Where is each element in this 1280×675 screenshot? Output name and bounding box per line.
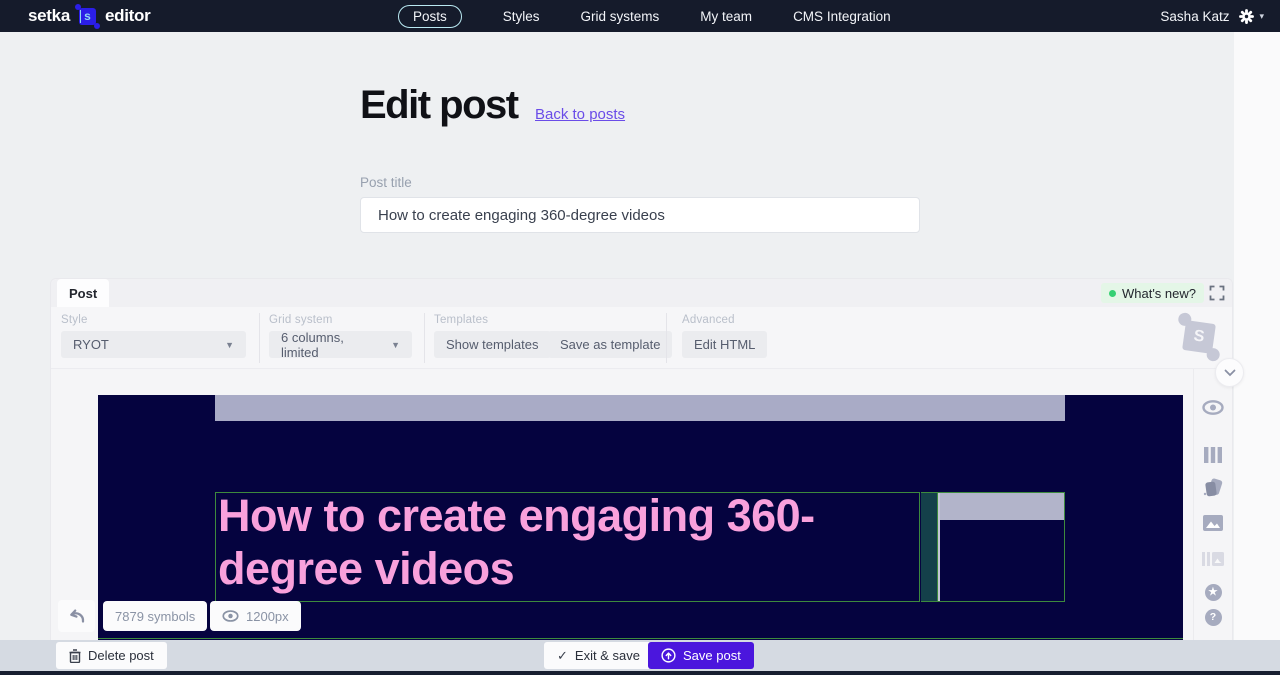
settings-menu-button[interactable]: ▾ xyxy=(1238,8,1264,25)
favorites-button[interactable]: ★ xyxy=(1202,581,1224,603)
whats-new-label: What's new? xyxy=(1122,286,1196,301)
preview-width: 1200px xyxy=(246,609,289,624)
nav-item-posts[interactable]: Posts xyxy=(398,5,462,28)
caret-down-icon: ▾ xyxy=(1259,11,1264,22)
grid-system-label: Grid system xyxy=(269,314,333,326)
section-bottom-guide xyxy=(98,638,1183,639)
selected-headline-block[interactable]: How to create engaging 360-degree videos xyxy=(215,492,920,602)
styles-swatches-button[interactable] xyxy=(1202,477,1224,499)
gear-icon xyxy=(1238,8,1255,25)
nav-item-grid-systems[interactable]: Grid systems xyxy=(581,9,660,24)
nav-item-styles[interactable]: Styles xyxy=(503,9,540,24)
columns-icon xyxy=(1204,447,1222,463)
save-post-button[interactable]: Save post xyxy=(648,642,754,669)
media-placeholder-block[interactable] xyxy=(937,492,1065,602)
symbols-count: 7879 symbols xyxy=(115,609,195,624)
style-value: RYOT xyxy=(73,337,109,352)
chevron-down-icon: ▼ xyxy=(391,340,400,350)
undo-button[interactable] xyxy=(58,600,95,632)
layout-icon xyxy=(1202,552,1224,566)
delete-post-label: Delete post xyxy=(88,648,154,663)
help-icon: ? xyxy=(1205,609,1222,626)
templates-label: Templates xyxy=(434,314,488,326)
preview-width-badge: 1200px xyxy=(210,601,301,631)
tab-post[interactable]: Post xyxy=(57,279,109,307)
symbols-count-badge: 7879 symbols xyxy=(103,601,207,631)
star-icon: ★ xyxy=(1205,584,1222,601)
save-as-template-button[interactable]: Save as template xyxy=(548,331,672,358)
edit-html-button[interactable]: Edit HTML xyxy=(682,331,767,358)
logo-text-editor: editor xyxy=(105,6,150,26)
check-icon: ✓ xyxy=(557,648,568,664)
setka-editor-logo[interactable]: setka s editor xyxy=(28,6,150,26)
exit-save-label: Exit & save xyxy=(575,648,640,663)
logo-text-setka: setka xyxy=(28,6,70,26)
toolbar-divider xyxy=(259,313,260,363)
whats-new-button[interactable]: What's new? xyxy=(1101,283,1204,303)
advanced-label: Advanced xyxy=(682,314,735,326)
grid-system-dropdown[interactable]: 6 columns, limited ▼ xyxy=(269,331,412,358)
layout-icon-disabled xyxy=(1202,548,1224,570)
toolbar-divider xyxy=(666,313,667,363)
images-button[interactable] xyxy=(1202,512,1224,534)
footer-bar: Delete post ✓ Exit & save Save post xyxy=(0,640,1280,671)
bottom-edge-strip xyxy=(0,671,1280,675)
nav-item-cms-integration[interactable]: CMS Integration xyxy=(793,9,891,24)
chevron-down-icon: ▼ xyxy=(225,340,234,350)
help-button[interactable]: ? xyxy=(1202,606,1224,628)
upload-icon xyxy=(661,648,676,663)
setka-watermark-logo: S xyxy=(1182,320,1216,354)
editor-toolbar: Style RYOT ▼ Grid system 6 columns, limi… xyxy=(51,307,1232,369)
undo-icon xyxy=(67,608,87,624)
image-icon xyxy=(1203,515,1223,531)
post-title-input[interactable] xyxy=(360,197,920,233)
nav-right-group: Sasha Katz ▾ xyxy=(1160,0,1264,32)
green-dot-icon xyxy=(1109,290,1116,297)
fullscreen-icon xyxy=(1209,285,1225,301)
show-templates-button[interactable]: Show templates xyxy=(434,331,551,358)
preview-button[interactable] xyxy=(1202,396,1224,418)
exit-and-save-button[interactable]: ✓ Exit & save xyxy=(544,642,653,669)
canvas-headline-text[interactable]: How to create engaging 360-degree videos xyxy=(218,489,878,595)
fullscreen-button[interactable] xyxy=(1209,285,1225,301)
back-to-posts-link[interactable]: Back to posts xyxy=(535,106,625,123)
media-placeholder-bar xyxy=(940,493,1064,520)
nav-item-my-team[interactable]: My team xyxy=(700,9,752,24)
panel-divider-line xyxy=(1193,369,1194,641)
page-right-gutter xyxy=(1234,32,1280,640)
post-title-label: Post title xyxy=(360,175,412,190)
toolbar-divider xyxy=(424,313,425,363)
collapse-toolbar-button[interactable] xyxy=(1215,358,1244,387)
panel-header: Post What's new? xyxy=(51,279,1232,307)
eye-icon xyxy=(222,610,239,622)
delete-post-button[interactable]: Delete post xyxy=(56,642,167,669)
style-dropdown[interactable]: RYOT ▼ xyxy=(61,331,246,358)
main-nav: Posts Styles Grid systems My team CMS In… xyxy=(398,0,891,32)
save-post-label: Save post xyxy=(683,648,741,663)
top-nav-bar: setka s editor Posts Styles Grid systems… xyxy=(0,0,1280,32)
chevron-down-icon xyxy=(1224,369,1236,377)
columns-button[interactable] xyxy=(1202,444,1224,466)
style-label: Style xyxy=(61,314,88,326)
setka-s-icon: s xyxy=(79,8,96,25)
grid-system-value: 6 columns, limited xyxy=(281,330,381,360)
user-name: Sasha Katz xyxy=(1160,9,1229,24)
column-gutter xyxy=(921,492,937,602)
swatches-icon xyxy=(1202,477,1224,499)
eye-icon xyxy=(1202,400,1224,415)
header-placeholder-bar[interactable] xyxy=(215,395,1065,421)
page-title: Edit post xyxy=(360,83,518,128)
trash-icon xyxy=(69,649,81,663)
